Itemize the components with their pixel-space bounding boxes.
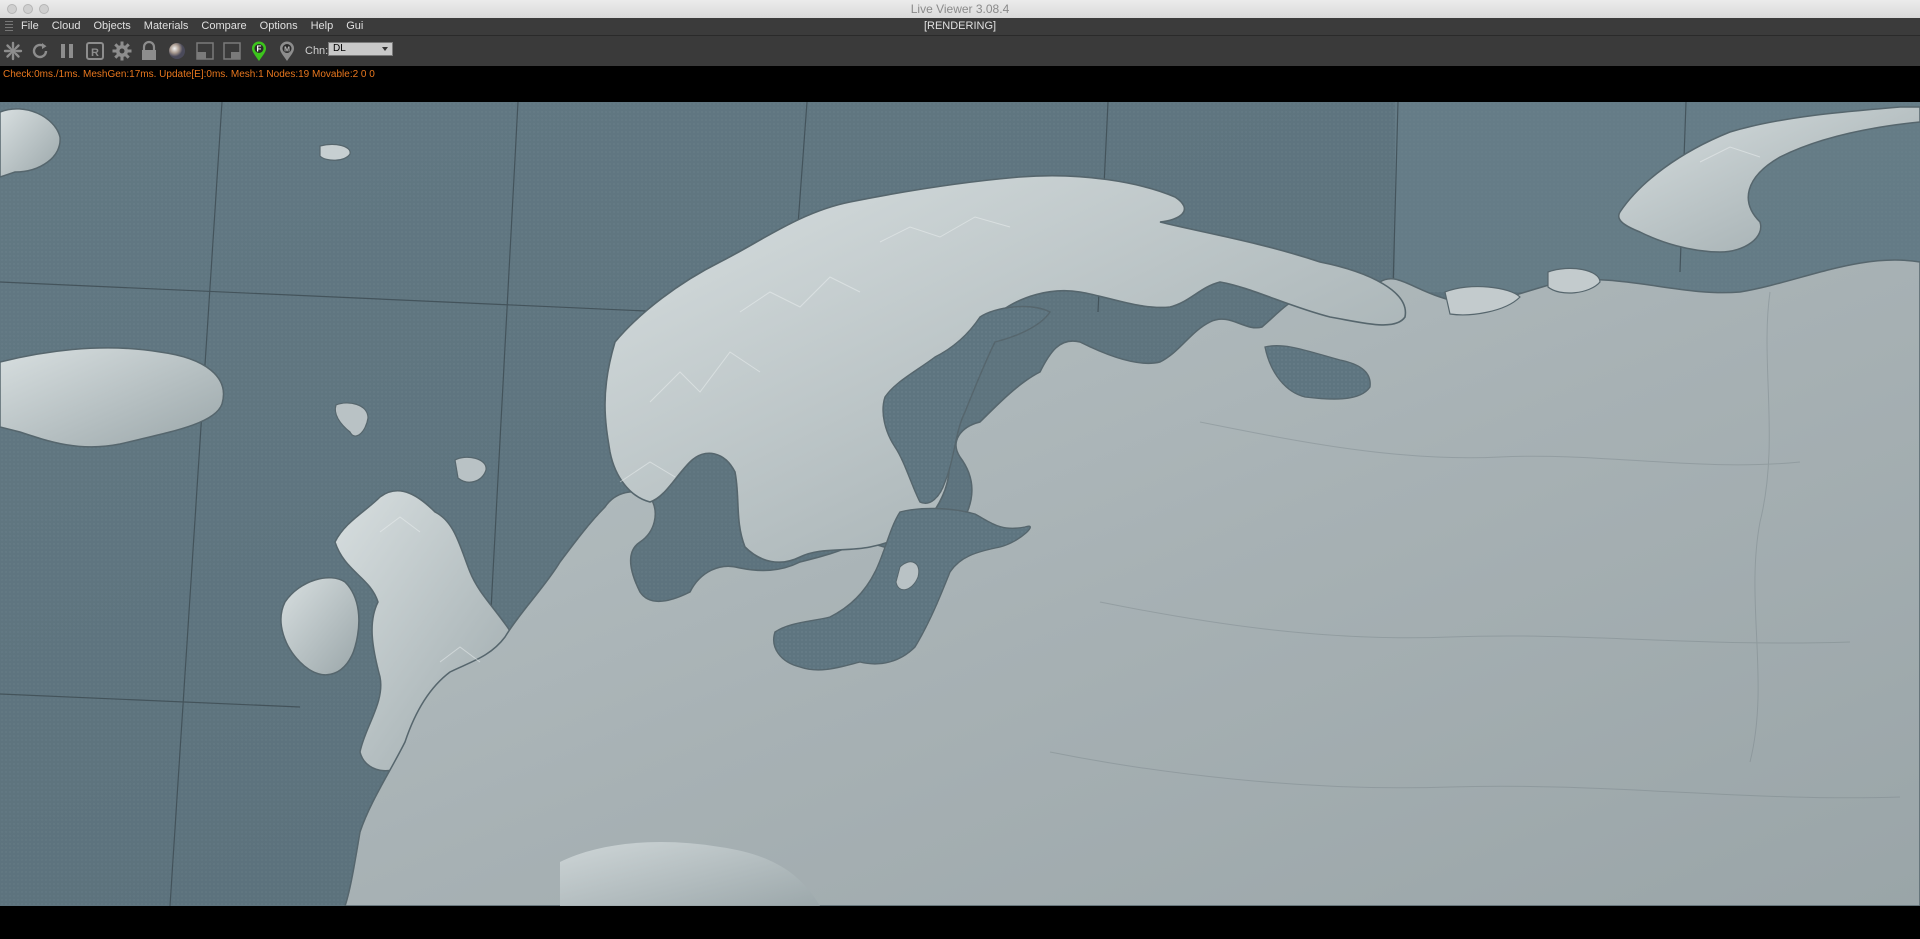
channel-value: DL bbox=[333, 43, 346, 54]
render-viewport[interactable] bbox=[0, 102, 1920, 906]
settings-gear-icon[interactable] bbox=[111, 40, 133, 62]
status-text: Check:0ms./1ms. MeshGen:17ms. Update[E]:… bbox=[3, 69, 375, 80]
refresh-icon[interactable] bbox=[29, 40, 51, 62]
pin-f-icon[interactable]: F bbox=[248, 40, 270, 62]
channel-select[interactable]: DL bbox=[328, 42, 393, 56]
window-titlebar: Live Viewer 3.08.4 bbox=[0, 0, 1920, 19]
chevron-down-icon bbox=[382, 47, 388, 51]
snake-icon[interactable] bbox=[2, 40, 24, 62]
status-bar: Check:0ms./1ms. MeshGen:17ms. Update[E]:… bbox=[0, 66, 1920, 102]
window-icon[interactable] bbox=[194, 40, 216, 62]
toolbar: R F M Chn: DL bbox=[0, 35, 1920, 67]
region-render-label: R bbox=[91, 47, 99, 59]
rendered-map bbox=[0, 102, 1920, 906]
region-render-icon[interactable]: R bbox=[84, 40, 106, 62]
window-alt-icon[interactable] bbox=[221, 40, 243, 62]
render-status: [RENDERING] bbox=[923, 20, 997, 32]
pin-m-label: M bbox=[284, 47, 290, 54]
lock-icon[interactable] bbox=[138, 40, 160, 62]
pause-icon[interactable] bbox=[56, 40, 78, 62]
pin-m-icon[interactable]: M bbox=[276, 40, 298, 62]
window-title: Live Viewer 3.08.4 bbox=[910, 2, 1010, 16]
channel-label: Chn: bbox=[305, 45, 329, 57]
bottom-bar bbox=[0, 906, 1920, 939]
pin-f-label: F bbox=[257, 45, 262, 54]
material-ball-icon[interactable] bbox=[166, 40, 188, 62]
menu-bar: File Cloud Objects Materials Compare Opt… bbox=[0, 18, 1920, 35]
